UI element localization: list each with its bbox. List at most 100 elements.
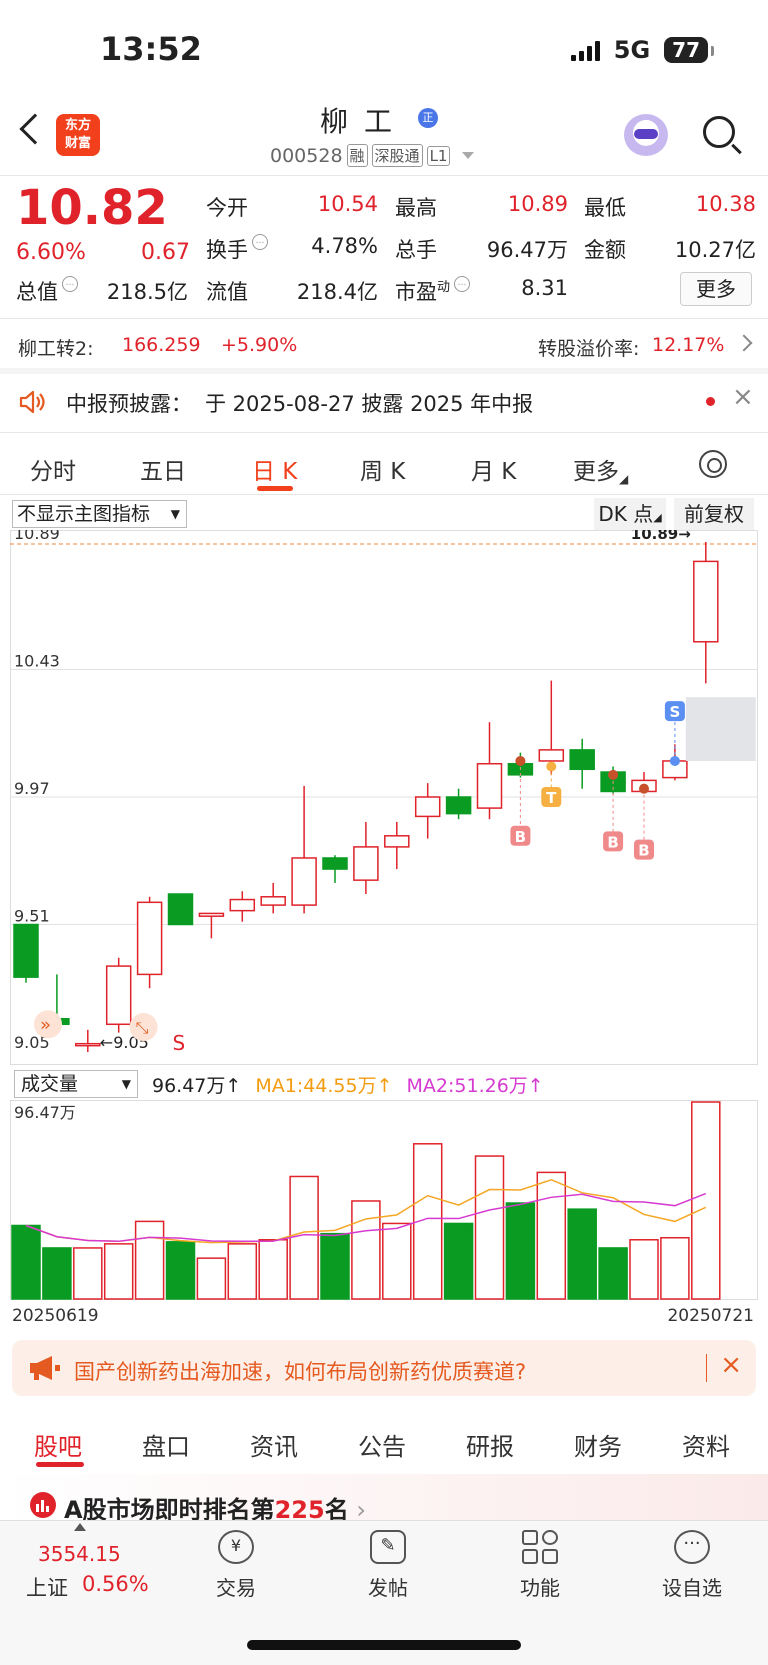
nav-watchlist[interactable]: ··· 设自选	[642, 1530, 742, 1601]
chevron-right-icon[interactable]	[735, 334, 753, 352]
signal-dot	[608, 769, 619, 780]
mcap-label[interactable]: 总值…	[16, 276, 78, 306]
conv-label: 柳工转2:	[18, 338, 94, 360]
tab-guba[interactable]: 股吧	[34, 1427, 82, 1462]
premium-label: 转股溢价率:	[538, 338, 640, 360]
close-icon[interactable]: ×	[720, 1350, 742, 1380]
unread-dot	[706, 397, 715, 406]
low-value: 10.38	[695, 192, 756, 216]
nav-functions[interactable]: 功能	[490, 1530, 590, 1601]
volume-label: 总手	[395, 238, 437, 262]
indicator-select[interactable]: 不显示主图指标 ▼	[12, 500, 187, 528]
volume-bar	[474, 1155, 505, 1300]
tab-more[interactable]: 更多◢	[573, 452, 628, 486]
y-tick-label: 9.97	[14, 779, 50, 798]
info-icon[interactable]: …	[62, 276, 78, 292]
volume-bar	[134, 1220, 165, 1300]
turnover-value: 4.78%	[311, 234, 378, 258]
index-name[interactable]: 上证	[26, 1572, 68, 1602]
volume-bar	[289, 1175, 319, 1300]
search-icon[interactable]	[703, 116, 735, 148]
convertible-row[interactable]: 柳工转2: 166.259 +5.90% 转股溢价率: 12.17%	[0, 326, 768, 366]
volume-bar	[11, 1224, 41, 1300]
stock-code-row[interactable]: 000528 融 深股通 L1	[270, 144, 475, 167]
more-button[interactable]: 更多	[680, 272, 752, 306]
volume-indicator-select[interactable]: 成交量 ▼	[14, 1070, 138, 1098]
turnover-label[interactable]: 换手…	[206, 234, 268, 264]
volume-value: 96.47万↑	[152, 1074, 242, 1097]
tab-underline	[36, 1462, 84, 1467]
tag-connect: 深股通	[371, 144, 423, 167]
app-logo: 东方 财富	[56, 114, 100, 156]
signal-letter: B	[607, 833, 618, 851]
signal-dot	[515, 755, 526, 766]
signal-letter: T	[546, 789, 557, 807]
notice-text: 于 2025-08-27 披露 2025 年中报	[205, 392, 534, 416]
dk-point-label: DK 点	[598, 502, 654, 526]
tab-announce[interactable]: 公告	[358, 1427, 406, 1462]
candle-body	[476, 762, 503, 809]
adjust-button[interactable]: 前复权	[674, 498, 754, 530]
volume-bar	[227, 1243, 258, 1300]
tab-finance[interactable]: 财务	[574, 1427, 622, 1462]
index-value[interactable]: 3554.15	[38, 1542, 121, 1566]
y-tick-label: 10.43	[14, 652, 60, 671]
back-icon[interactable]	[19, 113, 51, 145]
open-label: 今开	[206, 196, 248, 220]
divider	[0, 175, 768, 176]
pe-sup: 动	[437, 280, 451, 295]
tab-news[interactable]: 资讯	[250, 1427, 298, 1462]
divider	[0, 318, 768, 319]
stock-name: 柳工	[320, 105, 409, 138]
candle-body	[260, 896, 286, 906]
tab-intraday[interactable]: 分时	[30, 452, 76, 486]
nav-trade-label: 交易	[216, 1576, 256, 1600]
turnover-label-text: 换手	[206, 238, 248, 262]
signal-dot	[546, 761, 557, 772]
tab-profile[interactable]: 资料	[682, 1427, 730, 1462]
volume-chart[interactable]: 96.47万	[10, 1100, 758, 1300]
pending-zone	[685, 697, 756, 761]
tab-month-k[interactable]: 月 K	[471, 452, 516, 486]
nav-post-label: 发帖	[368, 1576, 408, 1600]
stock-badge: 正	[418, 108, 438, 128]
tab-day-k[interactable]: 日 K	[252, 452, 297, 486]
nav-trade[interactable]: ¥ 交易	[186, 1530, 286, 1601]
chevron-down-icon[interactable]	[462, 152, 475, 159]
volume-bar	[73, 1247, 103, 1300]
index-pct[interactable]: 0.56%	[82, 1572, 149, 1596]
tab-five-day[interactable]: 五日	[140, 452, 186, 486]
candle-body	[322, 857, 348, 870]
tab-pankou[interactable]: 盘口	[142, 1427, 190, 1462]
dk-point-button[interactable]: DK 点◢	[594, 498, 666, 530]
triangle-icon: ◢	[619, 472, 629, 486]
info-icon[interactable]: …	[252, 234, 268, 250]
candlestick-chart[interactable]: 10.8910.439.979.519.05 10.89→←9.05BTB BSS…	[10, 530, 758, 1065]
notice-row[interactable]: 中报预披露： 于 2025-08-27 披露 2025 年中报 ×	[0, 380, 768, 428]
expand-left-glyph: »	[40, 1014, 51, 1035]
settings-icon[interactable]	[699, 450, 727, 478]
signal-letter: B	[638, 842, 649, 860]
pe-value: 8.31	[521, 276, 568, 300]
info-icon[interactable]: …	[454, 276, 471, 292]
mcap-label-text: 总值	[16, 280, 58, 304]
signal-letter: B	[515, 828, 526, 846]
high-marker-label: 10.89→	[631, 530, 691, 543]
high-value: 10.89	[507, 192, 568, 216]
assistant-robot-icon[interactable]	[624, 114, 668, 156]
promo-banner[interactable]: 国产创新药出海加速，如何布局创新药优质赛道? ×	[12, 1340, 756, 1396]
edit-icon: ✎	[370, 1530, 406, 1564]
tab-week-k[interactable]: 周 K	[360, 452, 405, 486]
volume-bar	[103, 1243, 134, 1300]
volume-bar	[42, 1247, 72, 1300]
nav-post[interactable]: ✎ 发帖	[338, 1530, 438, 1601]
change-value: 0.67	[141, 240, 190, 265]
pe-label[interactable]: 市盈动…	[395, 276, 471, 306]
amount-value: 10.27亿	[674, 238, 756, 262]
low-label: 最低	[584, 196, 626, 220]
float-value: 218.4亿	[296, 280, 378, 304]
tab-research[interactable]: 研报	[466, 1427, 514, 1462]
close-icon[interactable]: ×	[732, 382, 754, 412]
status-time: 13:52	[100, 30, 202, 68]
volume-select-label: 成交量	[21, 1073, 79, 1095]
